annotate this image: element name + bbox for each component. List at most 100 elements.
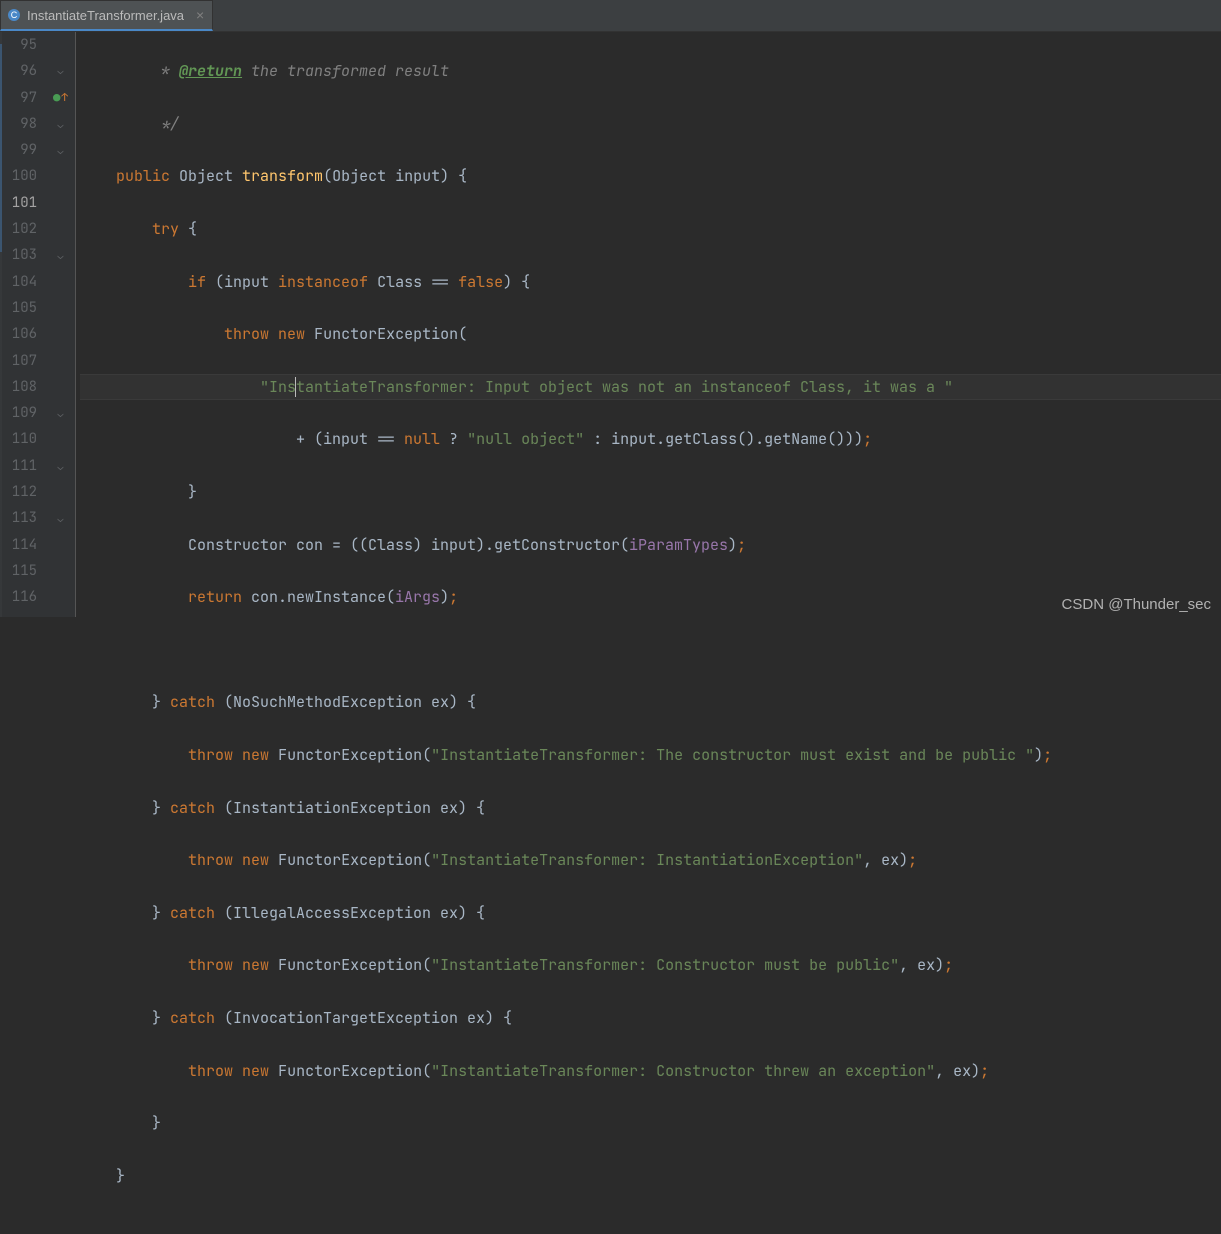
gutter-marker — [46, 375, 75, 401]
code-text: } — [152, 903, 170, 923]
left-stripe — [0, 32, 2, 617]
code-text: : input.getClass().getName())) — [584, 429, 863, 449]
close-icon[interactable]: × — [196, 7, 204, 23]
line-number: 111 — [0, 453, 37, 479]
semicolon: ; — [737, 535, 746, 555]
line-number: 109 — [0, 400, 37, 426]
line-number: 112 — [0, 479, 37, 505]
code-text: { — [179, 219, 197, 239]
semicolon: ; — [449, 587, 458, 607]
code-text: } — [188, 482, 197, 502]
code-text: Constructor con = ((Class) input).getCon… — [188, 535, 629, 555]
gutter-marker — [46, 585, 75, 611]
line-number: 107 — [0, 348, 37, 374]
keyword: catch — [170, 1008, 215, 1028]
code-text: ) — [440, 587, 449, 607]
gutter-marker: ⌄ — [46, 506, 75, 532]
space — [233, 1061, 242, 1081]
svg-text:C: C — [11, 10, 18, 20]
comment-text: * — [152, 61, 179, 81]
code-text: FunctorException( — [269, 955, 431, 975]
space — [269, 324, 278, 344]
method-name: transform — [242, 166, 323, 186]
code-area[interactable]: * @return the transformed result */ publ… — [76, 32, 1221, 617]
string-literal: "InstantiateTransformer: Constructor thr… — [431, 1061, 935, 1081]
fold-handle-icon[interactable]: ⌄ — [58, 118, 64, 131]
string-literal: "Ins — [260, 377, 296, 397]
comment-text: the transformed result — [242, 61, 449, 81]
line-number: 99 — [0, 137, 37, 163]
gutter-marker — [46, 164, 75, 190]
fold-handle-icon[interactable]: ⌄ — [58, 249, 64, 262]
editor: 9596979899100101102103104105106107108109… — [0, 32, 1221, 617]
java-class-icon: C — [7, 8, 21, 22]
gutter-marker — [46, 559, 75, 585]
string-literal: "InstantiateTransformer: The constructor… — [431, 745, 1034, 765]
code-text: Object — [170, 166, 242, 186]
keyword: try — [152, 219, 179, 239]
fold-handle-icon[interactable]: ⌄ — [58, 407, 64, 420]
line-number-gutter: 9596979899100101102103104105106107108109… — [0, 32, 46, 617]
keyword: catch — [170, 903, 215, 923]
code-text: (InvocationTargetException ex) { — [215, 1008, 512, 1028]
code-text: } — [152, 798, 170, 818]
keyword: false — [458, 272, 503, 292]
fold-handle-icon[interactable]: ⌄ — [58, 512, 64, 525]
code-text: con.newInstance( — [242, 587, 395, 607]
semicolon: ; — [1043, 745, 1052, 765]
gutter-marker — [46, 427, 75, 453]
gutter-marker — [46, 296, 75, 322]
line-number: 97 — [0, 85, 37, 111]
watermark: CSDN @Thunder_sec — [1062, 596, 1211, 613]
code-text: FunctorException( — [269, 1061, 431, 1081]
code-text: Class == — [368, 272, 458, 292]
string-literal: "null object" — [467, 429, 584, 449]
code-text: (NoSuchMethodException ex) { — [215, 692, 476, 712]
line-number: 108 — [0, 374, 37, 400]
file-tab[interactable]: C InstantiateTransformer.java × — [0, 0, 213, 31]
gutter-marker — [46, 270, 75, 296]
code-text: ) — [728, 535, 737, 555]
keyword: null — [404, 429, 440, 449]
code-text: , ex) — [935, 1061, 980, 1081]
keyword: throw — [188, 955, 233, 975]
line-number: 110 — [0, 426, 37, 452]
space — [233, 955, 242, 975]
code-text: (InstantiationException ex) { — [215, 798, 485, 818]
space — [233, 850, 242, 870]
fold-handle-icon[interactable]: ⌄ — [58, 144, 64, 157]
code-text: ) — [1034, 745, 1043, 765]
javadoc-tag: @return — [179, 61, 242, 81]
code-text: FunctorException( — [269, 850, 431, 870]
keyword: new — [242, 850, 269, 870]
gutter-marker: ⌄ — [46, 138, 75, 164]
code-text: } — [152, 692, 170, 712]
line-number: 95 — [0, 32, 37, 58]
field-ref: iParamTypes — [629, 535, 728, 555]
gutter-marker — [46, 322, 75, 348]
keyword: instanceof — [278, 272, 368, 292]
line-number: 105 — [0, 295, 37, 321]
line-number: 106 — [0, 321, 37, 347]
tab-filename: InstantiateTransformer.java — [27, 8, 184, 23]
gutter-marker: ●↑ — [46, 85, 75, 112]
code-text: } — [116, 1166, 125, 1186]
code-text: FunctorException( — [269, 745, 431, 765]
code-text: , ex) — [863, 850, 908, 870]
code-text: , ex) — [899, 955, 944, 975]
line-number: 96 — [0, 58, 37, 84]
code-text: (IllegalAccessException ex) { — [215, 903, 485, 923]
code-text: FunctorException( — [305, 324, 467, 344]
string-literal: "InstantiateTransformer: InstantiationEx… — [431, 850, 863, 870]
fold-handle-icon[interactable]: ⌄ — [58, 460, 64, 473]
field-ref: iArgs — [395, 587, 440, 607]
code-text: (Object input) { — [323, 166, 467, 186]
keyword: throw — [188, 1061, 233, 1081]
fold-handle-icon[interactable]: ⌄ — [58, 64, 64, 77]
keyword: new — [242, 955, 269, 975]
line-number: 103 — [0, 242, 37, 268]
code-text: + (input == — [296, 429, 404, 449]
keyword: new — [278, 324, 305, 344]
gutter-marker — [46, 480, 75, 506]
gutter-marker — [46, 32, 75, 58]
